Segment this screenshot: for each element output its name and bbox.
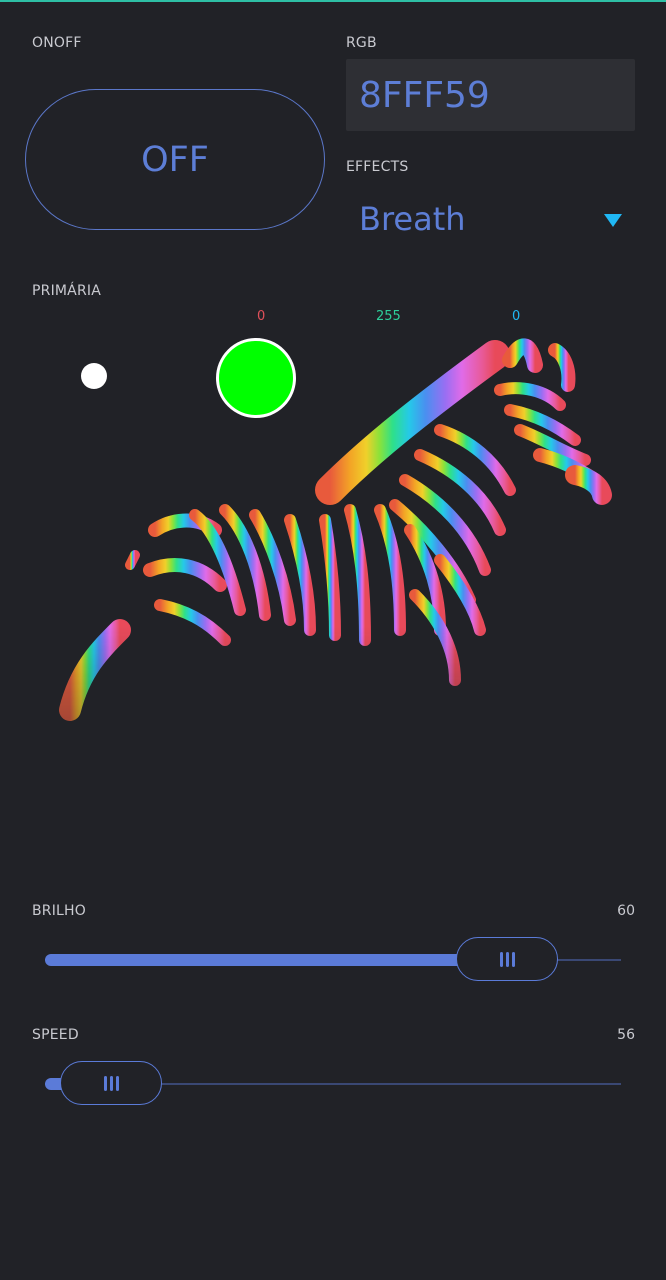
zebra-color-picker[interactable] [0, 330, 666, 870]
color-picker-knob[interactable] [216, 338, 296, 418]
effects-dropdown[interactable]: Breath [346, 188, 636, 250]
brilho-slider[interactable] [45, 935, 621, 985]
rgb-label: RGB [346, 35, 377, 51]
effects-label: EFFECTS [346, 159, 409, 175]
brilho-value: 60 [617, 903, 635, 919]
speed-slider-handle[interactable] [60, 1061, 162, 1105]
green-value: 255 [376, 309, 401, 324]
brilho-label: BRILHO [32, 903, 87, 919]
brilho-fill [45, 954, 507, 966]
dropdown-caret-icon [604, 214, 622, 227]
speed-value: 56 [617, 1027, 635, 1043]
onoff-button-text: OFF [141, 139, 209, 180]
white-color-dot[interactable] [81, 363, 107, 389]
red-value: 0 [257, 309, 266, 324]
speed-label: SPEED [32, 1027, 79, 1043]
primaria-label: PRIMÁRIA [32, 283, 101, 299]
effects-selected-value: Breath [359, 200, 466, 238]
blue-value: 0 [512, 309, 521, 324]
onoff-button[interactable]: OFF [25, 89, 325, 230]
brilho-slider-handle[interactable] [456, 937, 558, 981]
rgb-value-text: 8FFF59 [359, 74, 490, 116]
top-accent-line [0, 0, 666, 2]
rgb-value-display: 8FFF59 [346, 59, 635, 131]
speed-slider[interactable] [45, 1059, 621, 1109]
onoff-label: ONOFF [32, 35, 82, 51]
